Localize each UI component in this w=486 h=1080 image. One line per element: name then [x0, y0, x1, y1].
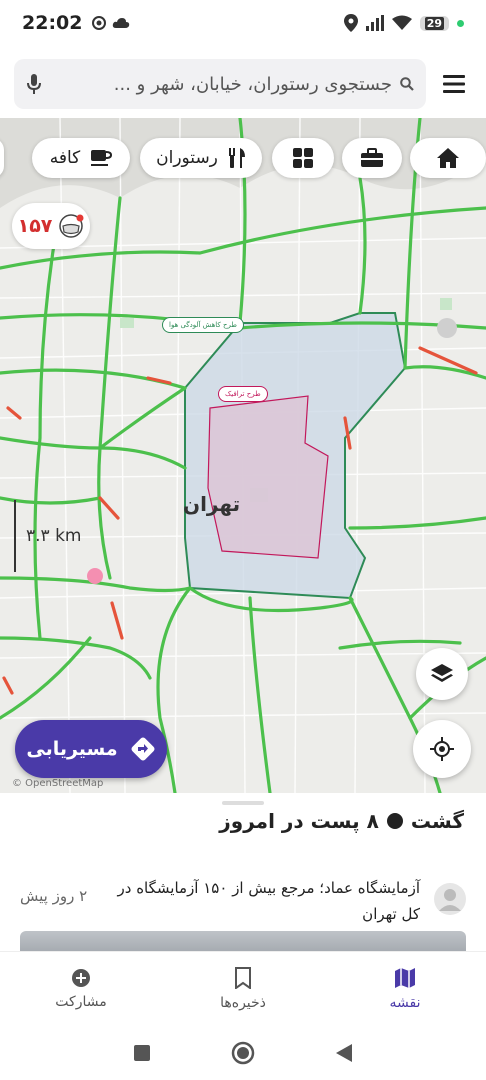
menu-icon[interactable] — [434, 64, 474, 104]
chip-more[interactable] — [0, 138, 4, 178]
map-city-label: تهران — [183, 492, 241, 516]
map-icon — [395, 968, 415, 988]
map-label-traffic-plan[interactable]: طرح ترافیک — [218, 386, 268, 402]
microphone-icon[interactable] — [26, 73, 42, 95]
map-attribution[interactable]: © OpenStreetMap — [12, 778, 103, 789]
chip-categories[interactable] — [272, 138, 334, 178]
battery-level: 29 — [424, 16, 444, 30]
app-notification-icon — [92, 16, 107, 30]
signal-icon — [365, 15, 384, 31]
nav-saved[interactable]: ذخیره‌ها — [162, 952, 324, 1026]
layers-icon — [431, 664, 453, 682]
add-circle-icon — [72, 969, 90, 987]
battery-indicator: 29 — [419, 15, 449, 31]
scale-text: ۳.۳ km — [26, 526, 82, 546]
status-bar: 22:02 29 — [0, 0, 486, 46]
nav-map[interactable]: نقشه — [324, 952, 486, 1026]
crosshair-icon — [430, 737, 454, 761]
feed-subtitle: ۸ پست در امروز — [219, 809, 379, 833]
my-location-button[interactable] — [413, 720, 471, 778]
nav-contribute-label: مشارکت — [55, 994, 107, 1010]
layers-button[interactable] — [416, 648, 468, 700]
search-input[interactable]: جستجوی رستوران، خیابان، شهر و ... — [14, 59, 426, 109]
status-notification-icons — [92, 16, 130, 30]
category-chips: رستوران کافه — [0, 138, 486, 178]
privacy-dot-icon — [457, 19, 464, 27]
cafe-icon — [91, 150, 113, 166]
feed-header: گشت ۸ پست در امروز — [219, 809, 464, 833]
system-navigation — [0, 1026, 486, 1080]
post-text[interactable]: آزمایشگاه عماد؛ مرجع بیش از ۱۵۰ آزمایشگا… — [110, 875, 421, 927]
nav-contribute[interactable]: مشارکت — [0, 952, 162, 1026]
sheet-handle[interactable] — [222, 801, 264, 805]
restaurant-icon — [228, 148, 245, 168]
post-time: ۲ روز پیش — [20, 887, 88, 905]
separator-dot — [386, 813, 403, 829]
avatar[interactable] — [434, 883, 466, 915]
wifi-icon — [391, 15, 412, 30]
chip-cafe[interactable]: کافه — [32, 138, 130, 178]
chip-restaurant[interactable]: رستوران — [140, 138, 262, 178]
map-label-air-plan[interactable]: طرح کاهش آلودگی هوا — [162, 317, 244, 333]
back-icon[interactable] — [335, 1043, 353, 1063]
user-icon — [439, 889, 461, 911]
search-placeholder: جستجوی رستوران، خیابان، شهر و ... — [113, 73, 392, 95]
nav-saved-label: ذخیره‌ها — [220, 995, 266, 1011]
chip-restaurant-label: رستوران — [156, 148, 218, 168]
bottom-navigation: نقشه ذخیره‌ها مشارکت — [0, 951, 486, 1026]
search-row: جستجوی رستوران، خیابان، شهر و ... — [14, 58, 474, 110]
face-mask-icon — [59, 214, 84, 238]
feed-title: گشت — [410, 809, 464, 833]
routing-button-label: مسیریابی — [26, 738, 118, 760]
bookmark-icon — [235, 967, 251, 989]
chip-home[interactable] — [410, 138, 486, 178]
home-icon — [437, 148, 459, 168]
map-scale: ۳.۳ km — [14, 500, 81, 572]
chip-work[interactable] — [342, 138, 402, 178]
search-icon — [400, 77, 414, 91]
scale-bar — [14, 500, 16, 572]
status-time: 22:02 — [22, 12, 83, 34]
location-icon — [343, 14, 358, 32]
grid-icon — [293, 148, 313, 168]
briefcase-icon — [361, 148, 383, 167]
recents-icon[interactable] — [133, 1044, 151, 1062]
directions-icon — [131, 737, 155, 761]
nav-map-label: نقشه — [389, 995, 421, 1011]
air-quality-badge[interactable]: ۱۵۷ — [12, 203, 90, 249]
cloud-icon — [113, 18, 130, 28]
air-quality-value: ۱۵۷ — [17, 215, 53, 237]
chip-cafe-label: کافه — [49, 148, 81, 168]
feed-sheet[interactable]: گشت ۸ پست در امروز آزمایشگاه عماد؛ مرجع … — [0, 793, 486, 953]
routing-button[interactable]: مسیریابی — [15, 720, 167, 778]
home-button-icon[interactable] — [231, 1041, 255, 1065]
